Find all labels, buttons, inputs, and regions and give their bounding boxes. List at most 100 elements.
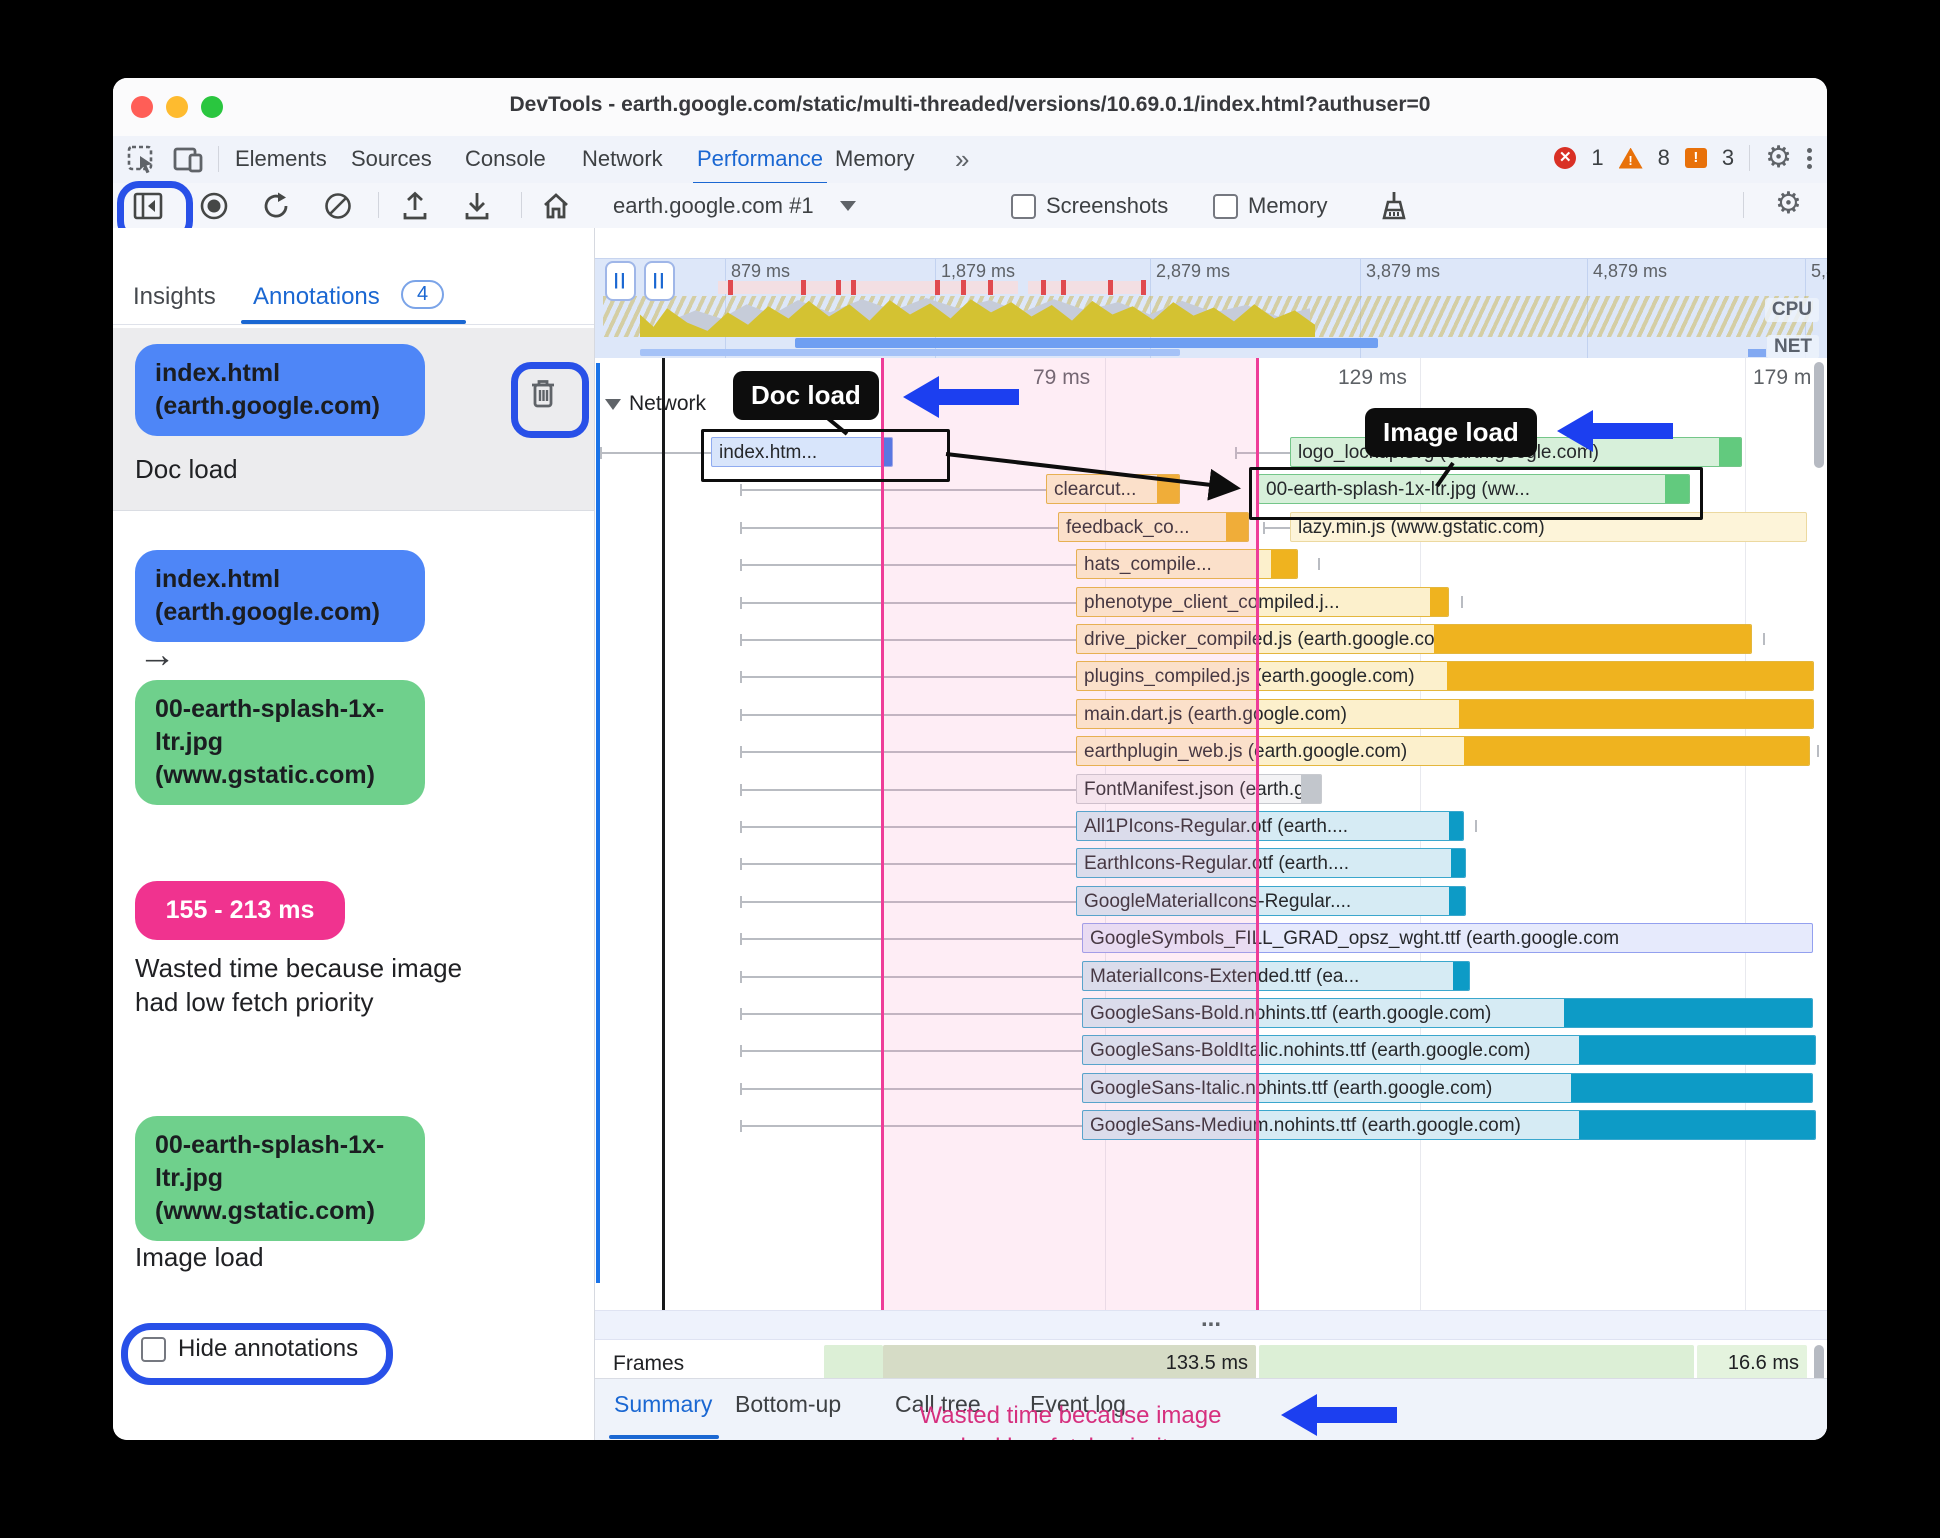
annotation-pill-range[interactable]: 155 - 213 ms [135, 881, 345, 940]
download-profile-icon[interactable] [463, 189, 491, 223]
annotation-entry-image-load[interactable]: 00-earth-splash-1x-ltr.jpg (www.gstatic.… [113, 1116, 594, 1306]
frames-track-label: Frames [613, 1352, 685, 1375]
annotation-label: Doc load [135, 454, 238, 484]
long-task-tick [728, 280, 733, 295]
hide-annotations-checkbox[interactable] [141, 1336, 166, 1362]
long-task-tick [961, 280, 966, 295]
reload-record-icon[interactable] [261, 189, 291, 223]
perfbar-divider-3 [1743, 192, 1744, 218]
kebab-menu-icon[interactable] [1807, 145, 1813, 172]
error-count[interactable]: 1 [1591, 145, 1603, 171]
interaction-strip [718, 281, 1018, 294]
overview-cpu-band: CPU [595, 296, 1827, 337]
tab-memory[interactable]: Memory [831, 136, 918, 182]
chevron-down-icon [839, 201, 856, 211]
range-handle-left[interactable]: || [605, 261, 636, 301]
home-icon[interactable] [541, 189, 571, 223]
long-task-tick [1041, 280, 1046, 295]
range-handle-right[interactable]: || [644, 261, 675, 301]
overview-tick-label: 5,8 [1811, 261, 1827, 281]
panel-tab-bar: Elements Sources Console Network Performance… [113, 136, 1827, 185]
issues-badge-icon[interactable]: ! [1684, 148, 1707, 168]
image-load-arrow-icon [1557, 410, 1673, 452]
record-icon[interactable] [199, 189, 229, 223]
annotation-connectors [823, 414, 1455, 501]
long-task-tick [1108, 280, 1113, 295]
annotation-entry-connection[interactable]: index.html (earth.google.com) → 00-earth… [113, 538, 594, 838]
target-selector[interactable]: earth.google.com #1 [613, 189, 856, 223]
annotation-entry-doc-load[interactable]: index.html (earth.google.com) Doc load [113, 328, 594, 511]
performance-toolbar: earth.google.com #1 Screenshots Memory ⚙ [113, 181, 1827, 243]
screenshots-toggle[interactable]: Screenshots [1011, 189, 1168, 223]
image-load-callout: Image load [1365, 408, 1537, 457]
annotation-pill-to[interactable]: 00-earth-splash-1x-ltr.jpg (www.gstatic.… [135, 680, 425, 805]
net-bar-main [795, 338, 1378, 348]
sidebar-tabs-border [113, 324, 594, 325]
net-bar-late [1748, 349, 1766, 357]
title-bar: DevTools - earth.google.com/static/multi… [113, 78, 1827, 137]
window-title: DevTools - earth.google.com/static/multi… [509, 93, 1431, 116]
annotation-pill-index[interactable]: index.html (earth.google.com) [135, 344, 425, 436]
doc-load-callout: Doc load [733, 371, 879, 420]
doc-load-arrow-icon [903, 376, 1019, 418]
tab-console[interactable]: Console [461, 136, 550, 182]
screenshots-label: Screenshots [1046, 193, 1169, 218]
annotations-sidebar: Insights Annotations 4 index.html (earth… [113, 228, 595, 1440]
garbage-collect-icon[interactable] [1378, 189, 1410, 223]
overview-tick-label: 879 ms [731, 261, 791, 281]
timeline-main: 879 ms 1,879 ms 2,879 ms 3,879 ms 4,879 ms 5,… [595, 228, 1827, 1440]
tab-performance[interactable]: Performance [693, 136, 827, 185]
more-tabs-icon[interactable]: » [951, 136, 973, 182]
long-task-tick [836, 280, 841, 295]
tab-sources[interactable]: Sources [347, 136, 436, 182]
tab-summary[interactable]: Summary [614, 1391, 712, 1418]
timeline-detail[interactable]: 79 ms129 ms179 m Network index.htm...log… [595, 358, 1827, 1310]
toolbar-divider [218, 146, 219, 172]
toggle-sidebar-icon[interactable] [133, 189, 163, 223]
settings-gear-icon[interactable]: ⚙ [1765, 143, 1792, 173]
clear-icon[interactable] [323, 189, 353, 223]
memory-toggle[interactable]: Memory [1213, 189, 1327, 223]
hide-annotations-label: Hide annotations [178, 1335, 359, 1362]
hide-annotations-toggle[interactable]: Hide annotations [141, 1335, 358, 1363]
trash-icon[interactable] [528, 378, 558, 410]
screenshots-checkbox[interactable] [1011, 193, 1036, 219]
overview-tick-label: 1,879 ms [941, 261, 1016, 281]
bottom-active-tab-underline [609, 1435, 719, 1439]
connection-arrow-icon: → [138, 634, 176, 676]
animation-arrow-icon [1281, 1394, 1397, 1436]
tab-elements[interactable]: Elements [231, 136, 331, 182]
inspect-icon[interactable] [127, 145, 157, 175]
long-task-tick [988, 280, 993, 295]
device-toolbar-icon[interactable] [173, 145, 205, 175]
long-task-tick [935, 280, 940, 295]
wasted-time-caption: Wasted time because imagehad low fetch p… [919, 1402, 1222, 1440]
annotation-entry-range[interactable]: 155 - 213 ms Wasted time because image h… [113, 873, 594, 1113]
collapsed-rows-indicator[interactable]: ... [595, 1307, 1827, 1340]
upload-profile-icon[interactable] [401, 189, 429, 223]
error-badge-icon[interactable]: ✕ [1554, 147, 1577, 169]
memory-checkbox[interactable] [1213, 193, 1238, 219]
tab-network[interactable]: Network [578, 136, 667, 182]
devtools-window: DevTools - earth.google.com/static/multi… [113, 78, 1827, 1440]
warning-count[interactable]: 8 [1658, 145, 1670, 171]
net-bar-secondary [640, 349, 1180, 356]
timeline-overview[interactable]: 879 ms 1,879 ms 2,879 ms 3,879 ms 4,879 ms 5,… [595, 258, 1827, 359]
long-task-tick [801, 280, 806, 295]
annotation-pill-from[interactable]: index.html (earth.google.com) [135, 550, 425, 642]
target-selector-value[interactable]: earth.google.com #1 [613, 193, 814, 219]
badge-divider [1749, 145, 1751, 171]
warning-badge-icon[interactable]: ! [1618, 147, 1643, 169]
cpu-band-label: CPU [1764, 298, 1819, 322]
overview-tick-label: 2,879 ms [1156, 261, 1231, 281]
status-cluster: ✕ 1 ! 8 ! 3 ⚙ [1554, 143, 1813, 173]
annotation-range-label: Wasted time because image had low fetch … [135, 953, 463, 1017]
tab-annotations[interactable]: Annotations [253, 283, 380, 311]
long-task-tick [1061, 280, 1066, 295]
annotation-pill-image[interactable]: 00-earth-splash-1x-ltr.jpg (www.gstatic.… [135, 1116, 425, 1241]
overview-tick-label: 4,879 ms [1593, 261, 1668, 281]
issues-count[interactable]: 3 [1722, 145, 1734, 171]
tab-bottom-up[interactable]: Bottom-up [735, 1391, 841, 1418]
capture-settings-gear-icon[interactable]: ⚙ [1775, 189, 1802, 219]
tab-insights[interactable]: Insights [133, 283, 216, 311]
